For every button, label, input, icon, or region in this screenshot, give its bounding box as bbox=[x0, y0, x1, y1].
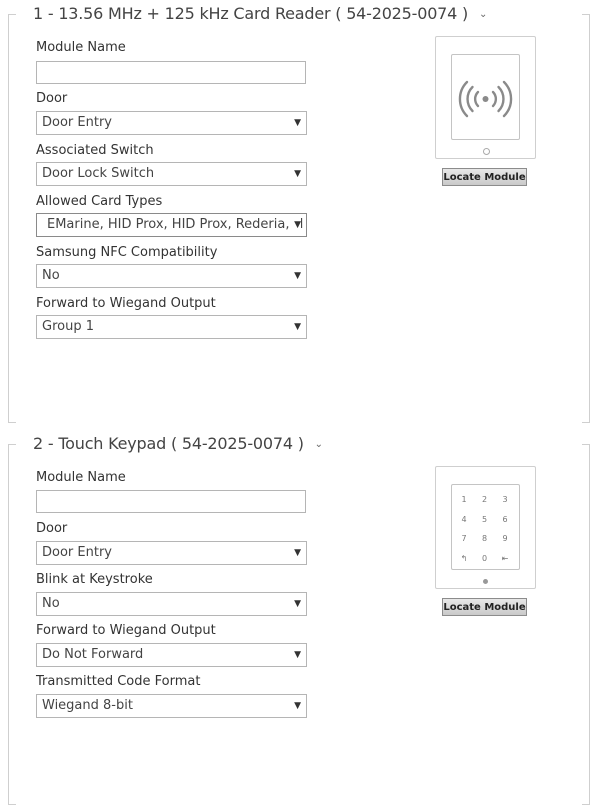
keypad-key: 0 bbox=[481, 553, 488, 563]
samsung-nfc-select[interactable]: No ▼ bbox=[36, 264, 307, 288]
samsung-nfc-label: Samsung NFC Compatibility bbox=[36, 245, 218, 260]
dropdown-arrow-icon: ▼ bbox=[292, 695, 301, 717]
dropdown-arrow-icon: ▼ bbox=[292, 163, 301, 185]
dropdown-arrow-icon: ▼ bbox=[292, 593, 301, 615]
code-format-label: Transmitted Code Format bbox=[36, 674, 201, 689]
keypad-key: ⇤ bbox=[501, 553, 509, 563]
samsung-nfc-value: No bbox=[42, 268, 60, 283]
keypad-keys: 1 2 3 4 5 6 7 8 9 ↰ 0 ⇤ bbox=[450, 487, 518, 569]
keypad-key: 4 bbox=[461, 514, 467, 524]
keypad-key: 6 bbox=[502, 514, 508, 524]
chevron-down-icon[interactable]: ⌄ bbox=[479, 4, 487, 26]
dropdown-arrow-icon: ▼ bbox=[292, 265, 301, 287]
associated-switch-value: Door Lock Switch bbox=[42, 166, 155, 181]
dropdown-arrow-icon: ▼ bbox=[292, 214, 301, 236]
wiegand-output-select[interactable]: Do Not Forward ▼ bbox=[36, 643, 307, 667]
wiegand-output-value: Group 1 bbox=[42, 319, 94, 334]
module-name-label: Module Name bbox=[36, 40, 126, 55]
status-led-icon bbox=[483, 579, 488, 584]
keypad-key: ↰ bbox=[460, 553, 468, 563]
dropdown-arrow-icon: ▼ bbox=[292, 644, 301, 666]
section-title: 2 - Touch Keypad ( 54-2025-0074 ) bbox=[33, 434, 304, 453]
associated-switch-label: Associated Switch bbox=[36, 143, 154, 158]
section-legend[interactable]: 1 - 13.56 MHz + 125 kHz Card Reader ( 54… bbox=[29, 3, 492, 28]
wiegand-output-label: Forward to Wiegand Output bbox=[36, 296, 216, 311]
wiegand-output-value: Do Not Forward bbox=[42, 647, 144, 662]
status-led-icon bbox=[483, 148, 490, 155]
allowed-card-types-value: EMarine, HID Prox, HID Prox, Rederia, H bbox=[47, 217, 304, 232]
dropdown-arrow-icon: ▼ bbox=[292, 542, 301, 564]
blink-keystroke-value: No bbox=[42, 596, 60, 611]
card-reader-section: 1 - 13.56 MHz + 125 kHz Card Reader ( 54… bbox=[8, 3, 590, 423]
rfid-reader-icon bbox=[451, 54, 520, 140]
associated-switch-select[interactable]: Door Lock Switch ▼ bbox=[36, 162, 307, 186]
chevron-down-icon[interactable]: ⌄ bbox=[315, 434, 323, 456]
keypad-key: 3 bbox=[502, 495, 508, 504]
wiegand-output-label: Forward to Wiegand Output bbox=[36, 623, 216, 638]
keypad-key: 5 bbox=[481, 514, 488, 524]
section-legend[interactable]: 2 - Touch Keypad ( 54-2025-0074 ) ⌄ bbox=[29, 433, 327, 458]
door-select[interactable]: Door Entry ▼ bbox=[36, 111, 307, 135]
section-title: 1 - 13.56 MHz + 125 kHz Card Reader ( 54… bbox=[33, 4, 469, 23]
door-select[interactable]: Door Entry ▼ bbox=[36, 541, 307, 565]
door-select-value: Door Entry bbox=[42, 545, 112, 560]
keypad-key: 9 bbox=[502, 534, 508, 543]
module-name-input[interactable] bbox=[36, 61, 306, 84]
locate-module-button[interactable]: Locate Module bbox=[442, 168, 527, 186]
keypad-key: 1 bbox=[461, 495, 467, 504]
wiegand-output-select[interactable]: Group 1 ▼ bbox=[36, 315, 307, 339]
door-label: Door bbox=[36, 91, 68, 106]
locate-module-button[interactable]: Locate Module bbox=[442, 598, 527, 616]
module-name-input[interactable] bbox=[36, 490, 306, 513]
dropdown-arrow-icon: ▼ bbox=[292, 112, 301, 134]
allowed-card-types-select[interactable]: EMarine, HID Prox, HID Prox, Rederia, H … bbox=[36, 213, 307, 237]
door-label: Door bbox=[36, 521, 68, 536]
keypad-key: 2 bbox=[481, 495, 488, 504]
module-name-label: Module Name bbox=[36, 470, 126, 485]
blink-keystroke-label: Blink at Keystroke bbox=[36, 572, 153, 587]
touch-keypad-section: 2 - Touch Keypad ( 54-2025-0074 ) ⌄ Modu… bbox=[8, 433, 590, 805]
allowed-card-types-label: Allowed Card Types bbox=[36, 194, 163, 209]
keypad-key: 7 bbox=[461, 534, 467, 543]
code-format-select[interactable]: Wiegand 8-bit ▼ bbox=[36, 694, 307, 718]
module-image: 1 2 3 4 5 6 7 8 9 ↰ 0 ⇤ bbox=[435, 466, 536, 589]
keypad-key: 8 bbox=[481, 534, 488, 543]
dropdown-arrow-icon: ▼ bbox=[292, 316, 301, 338]
module-image bbox=[435, 36, 536, 159]
door-select-value: Door Entry bbox=[42, 115, 112, 130]
blink-keystroke-select[interactable]: No ▼ bbox=[36, 592, 307, 616]
code-format-value: Wiegand 8-bit bbox=[42, 698, 133, 713]
